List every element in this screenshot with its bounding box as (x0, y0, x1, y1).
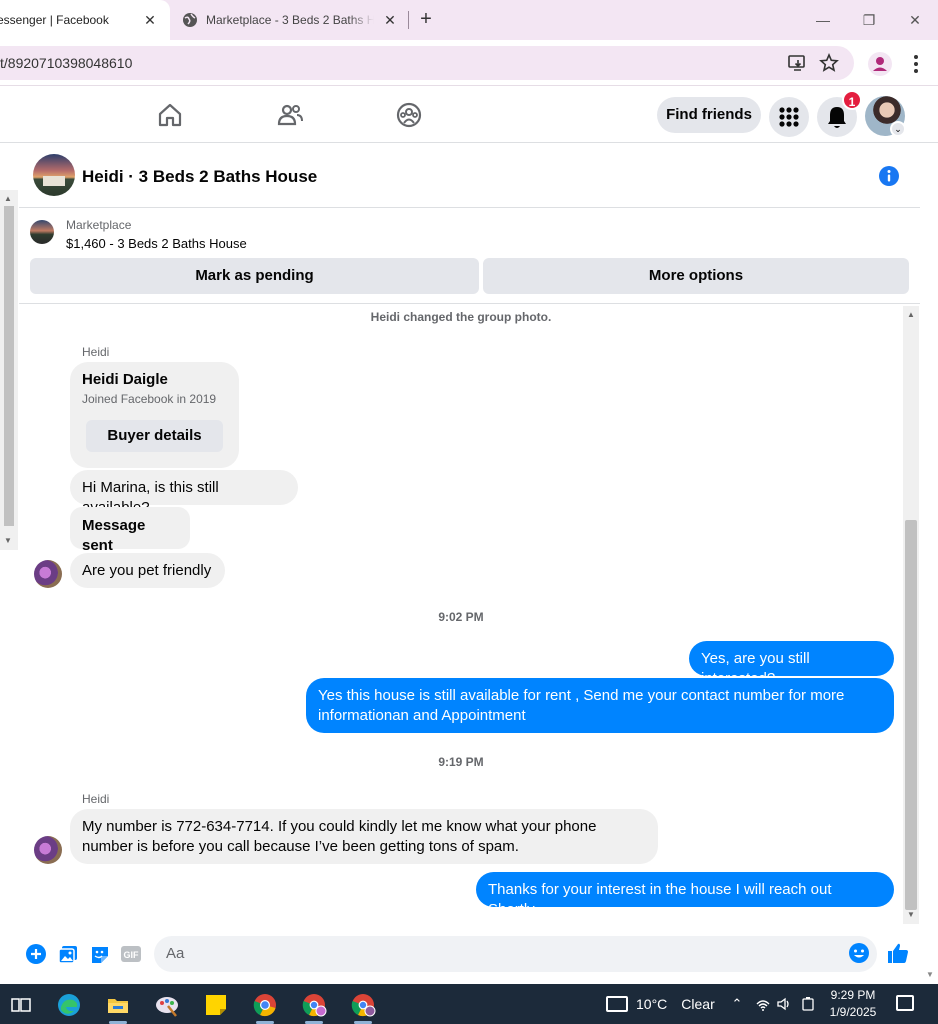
facebook-top-nav: Find friends 1 ⌄ (0, 87, 938, 143)
message-input[interactable]: Aa (154, 936, 877, 972)
buyer-details-button[interactable]: Buyer details (86, 420, 223, 452)
clock-time: 9:29 PM (830, 988, 876, 1002)
photo-icon[interactable] (57, 943, 79, 965)
friends-icon[interactable] (276, 101, 304, 129)
emoji-icon[interactable] (848, 942, 870, 964)
chevron-down-icon[interactable]: ⌄ (890, 121, 906, 137)
tab-messenger[interactable]: essenger | Facebook ✕ (0, 0, 170, 40)
weather-widget[interactable]: 10°C Clear (606, 984, 715, 1024)
more-options-button[interactable]: More options (483, 258, 909, 294)
scroll-down-icon[interactable]: ▼ (4, 536, 12, 545)
profile-card-name: Heidi Daigle (82, 371, 168, 388)
address-bar-row: t/8920710398048610 (0, 40, 938, 86)
tab-title: essenger | Facebook (0, 13, 109, 27)
url-text[interactable]: t/8920710398048610 (0, 55, 132, 71)
minimize-icon[interactable]: — (812, 10, 834, 30)
system-note: Heidi changed the group photo. (370, 310, 552, 324)
edge-icon[interactable] (56, 992, 82, 1018)
scroll-up-icon[interactable]: ▲ (4, 194, 12, 203)
find-friends-button[interactable]: Find friends (657, 97, 761, 133)
info-icon[interactable] (878, 165, 900, 187)
new-tab-icon[interactable]: + (416, 9, 436, 30)
message-bubble-outgoing[interactable]: Yes this house is still available for re… (306, 678, 894, 733)
grid-menu-icon (779, 107, 799, 127)
paint-icon[interactable] (154, 992, 180, 1018)
listing-source-label: Marketplace (66, 218, 132, 232)
chrome-profile-icon[interactable] (350, 992, 376, 1018)
profile-icon[interactable] (868, 52, 892, 76)
groups-icon[interactable] (395, 101, 423, 129)
message-bubble-incoming[interactable]: My number is 772-634-7714. If you could … (70, 809, 658, 864)
globe-icon (183, 13, 197, 27)
task-view-icon[interactable] (8, 992, 34, 1018)
listing-thumbnail[interactable] (30, 220, 54, 244)
weather-condition: Clear (681, 996, 715, 1012)
tab-separator (408, 11, 409, 29)
menu-button[interactable] (769, 97, 809, 137)
scroll-down-icon[interactable]: ▼ (907, 910, 915, 919)
marketplace-listing-bar: Marketplace $1,460 - 3 Beds 2 Baths Hous… (19, 208, 920, 304)
profile-card: Heidi Daigle Joined Facebook in 2019 Buy… (70, 362, 239, 468)
home-icon[interactable] (156, 101, 184, 129)
thumbs-up-icon[interactable] (886, 941, 910, 965)
chat-title[interactable]: Heidi · 3 Beds 2 Baths House (82, 167, 317, 187)
scroll-down-icon[interactable]: ▼ (926, 970, 934, 979)
left-scrollbar[interactable]: ▲ ▼ (0, 190, 18, 550)
browser-tab-bar: essenger | Facebook ✕ Marketplace - 3 Be… (0, 0, 938, 40)
close-tab-icon[interactable]: ✕ (142, 12, 158, 28)
message-input-placeholder: Aa (166, 945, 185, 962)
heidi-avatar[interactable] (34, 836, 62, 864)
message-bubble-incoming[interactable]: Message sent (70, 507, 190, 554)
clock-date: 1/9/2025 (829, 1005, 877, 1019)
sticker-icon[interactable] (89, 943, 111, 965)
close-window-icon[interactable]: ✕ (904, 10, 926, 30)
page-scrollbar[interactable]: ▼ (921, 144, 938, 984)
message-bubble-outgoing[interactable]: Yes, are you still interested? (689, 641, 894, 687)
message-bubble-incoming[interactable]: Hi Marina, is this still available? (70, 470, 298, 516)
timestamp: 9:19 PM (438, 755, 484, 769)
weather-icon (606, 996, 628, 1012)
chrome-profile-icon[interactable] (301, 992, 327, 1018)
scroll-up-icon[interactable]: ▲ (907, 310, 915, 319)
chat-scrollbar[interactable]: ▲ ▼ (903, 306, 919, 924)
scrollbar-thumb[interactable] (4, 206, 14, 526)
sender-name: Heidi (82, 792, 110, 806)
chat-avatar[interactable] (33, 154, 75, 196)
notification-center-icon[interactable] (896, 995, 914, 1011)
plus-circle-icon[interactable] (25, 943, 47, 965)
mark-as-pending-button[interactable]: Mark as pending (30, 258, 479, 294)
tab-marketplace[interactable]: Marketplace - 3 Beds 2 Baths H ✕ (172, 0, 402, 40)
listing-price-title[interactable]: $1,460 - 3 Beds 2 Baths House (66, 236, 247, 251)
wifi-icon[interactable] (755, 996, 771, 1012)
message-bubble-outgoing[interactable]: Thanks for your interest in the house I … (476, 872, 894, 918)
file-explorer-icon[interactable] (105, 992, 131, 1018)
show-hidden-icons-icon[interactable]: ⌃ (729, 996, 745, 1012)
battery-icon[interactable] (800, 996, 816, 1012)
windows-taskbar: 10°C Clear ⌃ 9:29 PM 1/9/2025 (0, 984, 938, 1024)
close-tab-icon[interactable]: ✕ (382, 12, 398, 28)
browser-menu-icon[interactable] (906, 52, 926, 76)
sender-name: Heidi (82, 345, 110, 359)
notification-badge: 1 (842, 90, 862, 110)
chat-header: Heidi · 3 Beds 2 Baths House (19, 144, 920, 208)
gif-icon[interactable]: GIF (120, 943, 142, 965)
profile-card-joined: Joined Facebook in 2019 (82, 392, 217, 406)
chrome-icon[interactable] (252, 992, 278, 1018)
install-app-icon[interactable] (786, 52, 808, 74)
timestamp: 9:02 PM (438, 610, 484, 624)
heidi-avatar[interactable] (34, 560, 62, 588)
message-bubble-incoming[interactable]: Are you pet friendly (70, 553, 225, 588)
message-composer: GIF Aa (19, 930, 920, 982)
system-clock[interactable]: 9:29 PM 1/9/2025 (824, 987, 882, 1021)
bookmark-star-icon[interactable] (818, 52, 840, 74)
tab-title: Marketplace - 3 Beds 2 Baths H (206, 13, 374, 27)
weather-temperature: 10°C (636, 996, 668, 1012)
svg-text:GIF: GIF (124, 950, 140, 960)
omnibox[interactable]: t/8920710398048610 (0, 46, 854, 80)
restore-icon[interactable]: ❐ (858, 10, 880, 30)
volume-icon[interactable] (776, 996, 792, 1012)
sticky-notes-icon[interactable] (203, 992, 229, 1018)
scrollbar-thumb[interactable] (905, 520, 917, 910)
